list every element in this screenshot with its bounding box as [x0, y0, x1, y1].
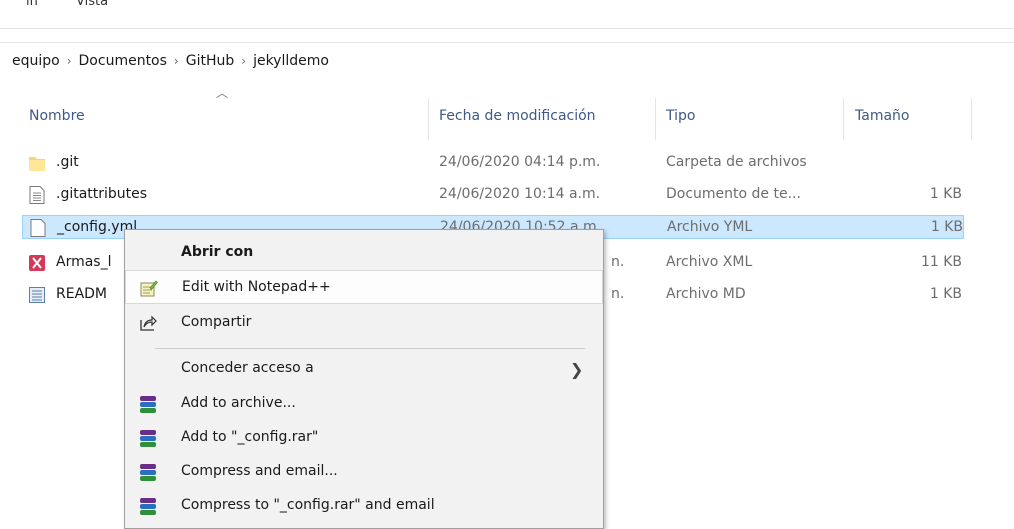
breadcrumb-item-equipo[interactable]: equipo	[12, 53, 60, 69]
menu-item-label: Add to archive...	[181, 395, 296, 411]
breadcrumb-item-jekylldemo[interactable]: jekylldemo	[253, 53, 329, 69]
menu-item-label: Compress and email...	[181, 463, 338, 479]
file-name: READM	[56, 286, 108, 302]
md-file-icon	[29, 287, 45, 303]
winrar-icon	[139, 497, 157, 515]
menu-item-compress-config-email[interactable]: Compress to "_config.rar" and email	[125, 489, 603, 523]
menu-item-label: Conceder acceso a	[181, 360, 314, 376]
winrar-icon	[139, 429, 157, 447]
share-icon	[140, 315, 157, 331]
column-header-size[interactable]: Tamaño	[855, 108, 909, 124]
text-file-icon	[29, 186, 45, 204]
file-size: 11 KB	[920, 254, 962, 270]
column-divider[interactable]	[971, 98, 972, 140]
menu-item-share[interactable]: Compartir	[125, 306, 603, 340]
file-type: Documento de te...	[666, 186, 801, 202]
menu-item-file[interactable]: ín	[26, 0, 38, 9]
menu-item-edit-notepad[interactable]: Edit with Notepad++	[125, 270, 603, 304]
breadcrumb: equipo › Documentos › GitHub › jekylldemo	[12, 53, 329, 69]
context-menu: Abrir con Edit with Notepad++ Compartir …	[124, 229, 604, 529]
notepad-plus-icon	[140, 280, 158, 297]
chevron-right-icon: ›	[66, 54, 72, 68]
xml-file-icon	[29, 255, 45, 271]
chevron-right-icon: ›	[241, 54, 247, 68]
file-type: Archivo XML	[666, 254, 753, 270]
menu-item-add-to-config-rar[interactable]: Add to "_config.rar"	[125, 421, 603, 455]
column-header-date[interactable]: Fecha de modificación	[439, 108, 596, 124]
column-header-type[interactable]: Tipo	[666, 108, 695, 124]
menu-item-label: Abrir con	[181, 244, 254, 260]
menu-item-add-to-archive[interactable]: Add to archive...	[125, 387, 603, 421]
menu-item-label: Compartir	[181, 314, 252, 330]
blank-file-icon	[30, 219, 46, 237]
file-type: Carpeta de archivos	[666, 154, 807, 170]
column-divider[interactable]	[428, 98, 429, 140]
column-divider[interactable]	[843, 98, 844, 140]
sort-ascending-icon: ︿	[216, 86, 229, 100]
file-date: 24/06/2020 04:14 p.m.	[439, 154, 601, 170]
file-row-gitattributes[interactable]: .gitattributes 24/06/2020 10:14 a.m. Doc…	[22, 183, 964, 207]
breadcrumb-item-documentos[interactable]: Documentos	[79, 53, 167, 69]
column-header-name[interactable]: Nombre	[29, 108, 85, 124]
menu-bar: ín Vista	[0, 0, 1014, 29]
chevron-right-icon: ›	[173, 54, 179, 68]
file-type: Archivo MD	[666, 286, 746, 302]
menu-item-grant-access[interactable]: Conceder acceso a ❯	[125, 352, 603, 386]
column-divider[interactable]	[655, 98, 656, 140]
file-date: 24/06/2020 10:14 a.m.	[439, 186, 601, 202]
file-type: Archivo YML	[667, 219, 753, 235]
menu-item-compress-email[interactable]: Compress and email...	[125, 455, 603, 489]
winrar-icon	[139, 463, 157, 481]
file-name: Armas_l	[56, 254, 112, 270]
folder-icon	[29, 157, 45, 171]
menu-item-label: Edit with Notepad++	[182, 279, 331, 295]
menu-item-label: Add to "_config.rar"	[181, 429, 319, 445]
file-size: 1 KB	[929, 186, 962, 202]
menu-item-label: Compress to "_config.rar" and email	[181, 497, 435, 513]
menu-item-view[interactable]: Vista	[76, 0, 108, 9]
file-date: n.	[611, 286, 625, 302]
file-row-git[interactable]: .git 24/06/2020 04:14 p.m. Carpeta de ar…	[22, 151, 964, 175]
menu-item-open-with[interactable]: Abrir con	[125, 236, 603, 270]
file-date: n.	[611, 254, 625, 270]
file-size: 1 KB	[929, 286, 962, 302]
breadcrumb-item-github[interactable]: GitHub	[186, 53, 235, 69]
menu-separator	[155, 348, 585, 349]
winrar-icon	[139, 395, 157, 413]
file-name: .git	[56, 154, 79, 170]
chevron-right-icon: ❯	[570, 360, 584, 379]
file-name: .gitattributes	[56, 186, 148, 202]
file-size: 1 KB	[930, 219, 963, 235]
address-bar[interactable]: equipo › Documentos › GitHub › jekylldemo	[0, 42, 1014, 83]
